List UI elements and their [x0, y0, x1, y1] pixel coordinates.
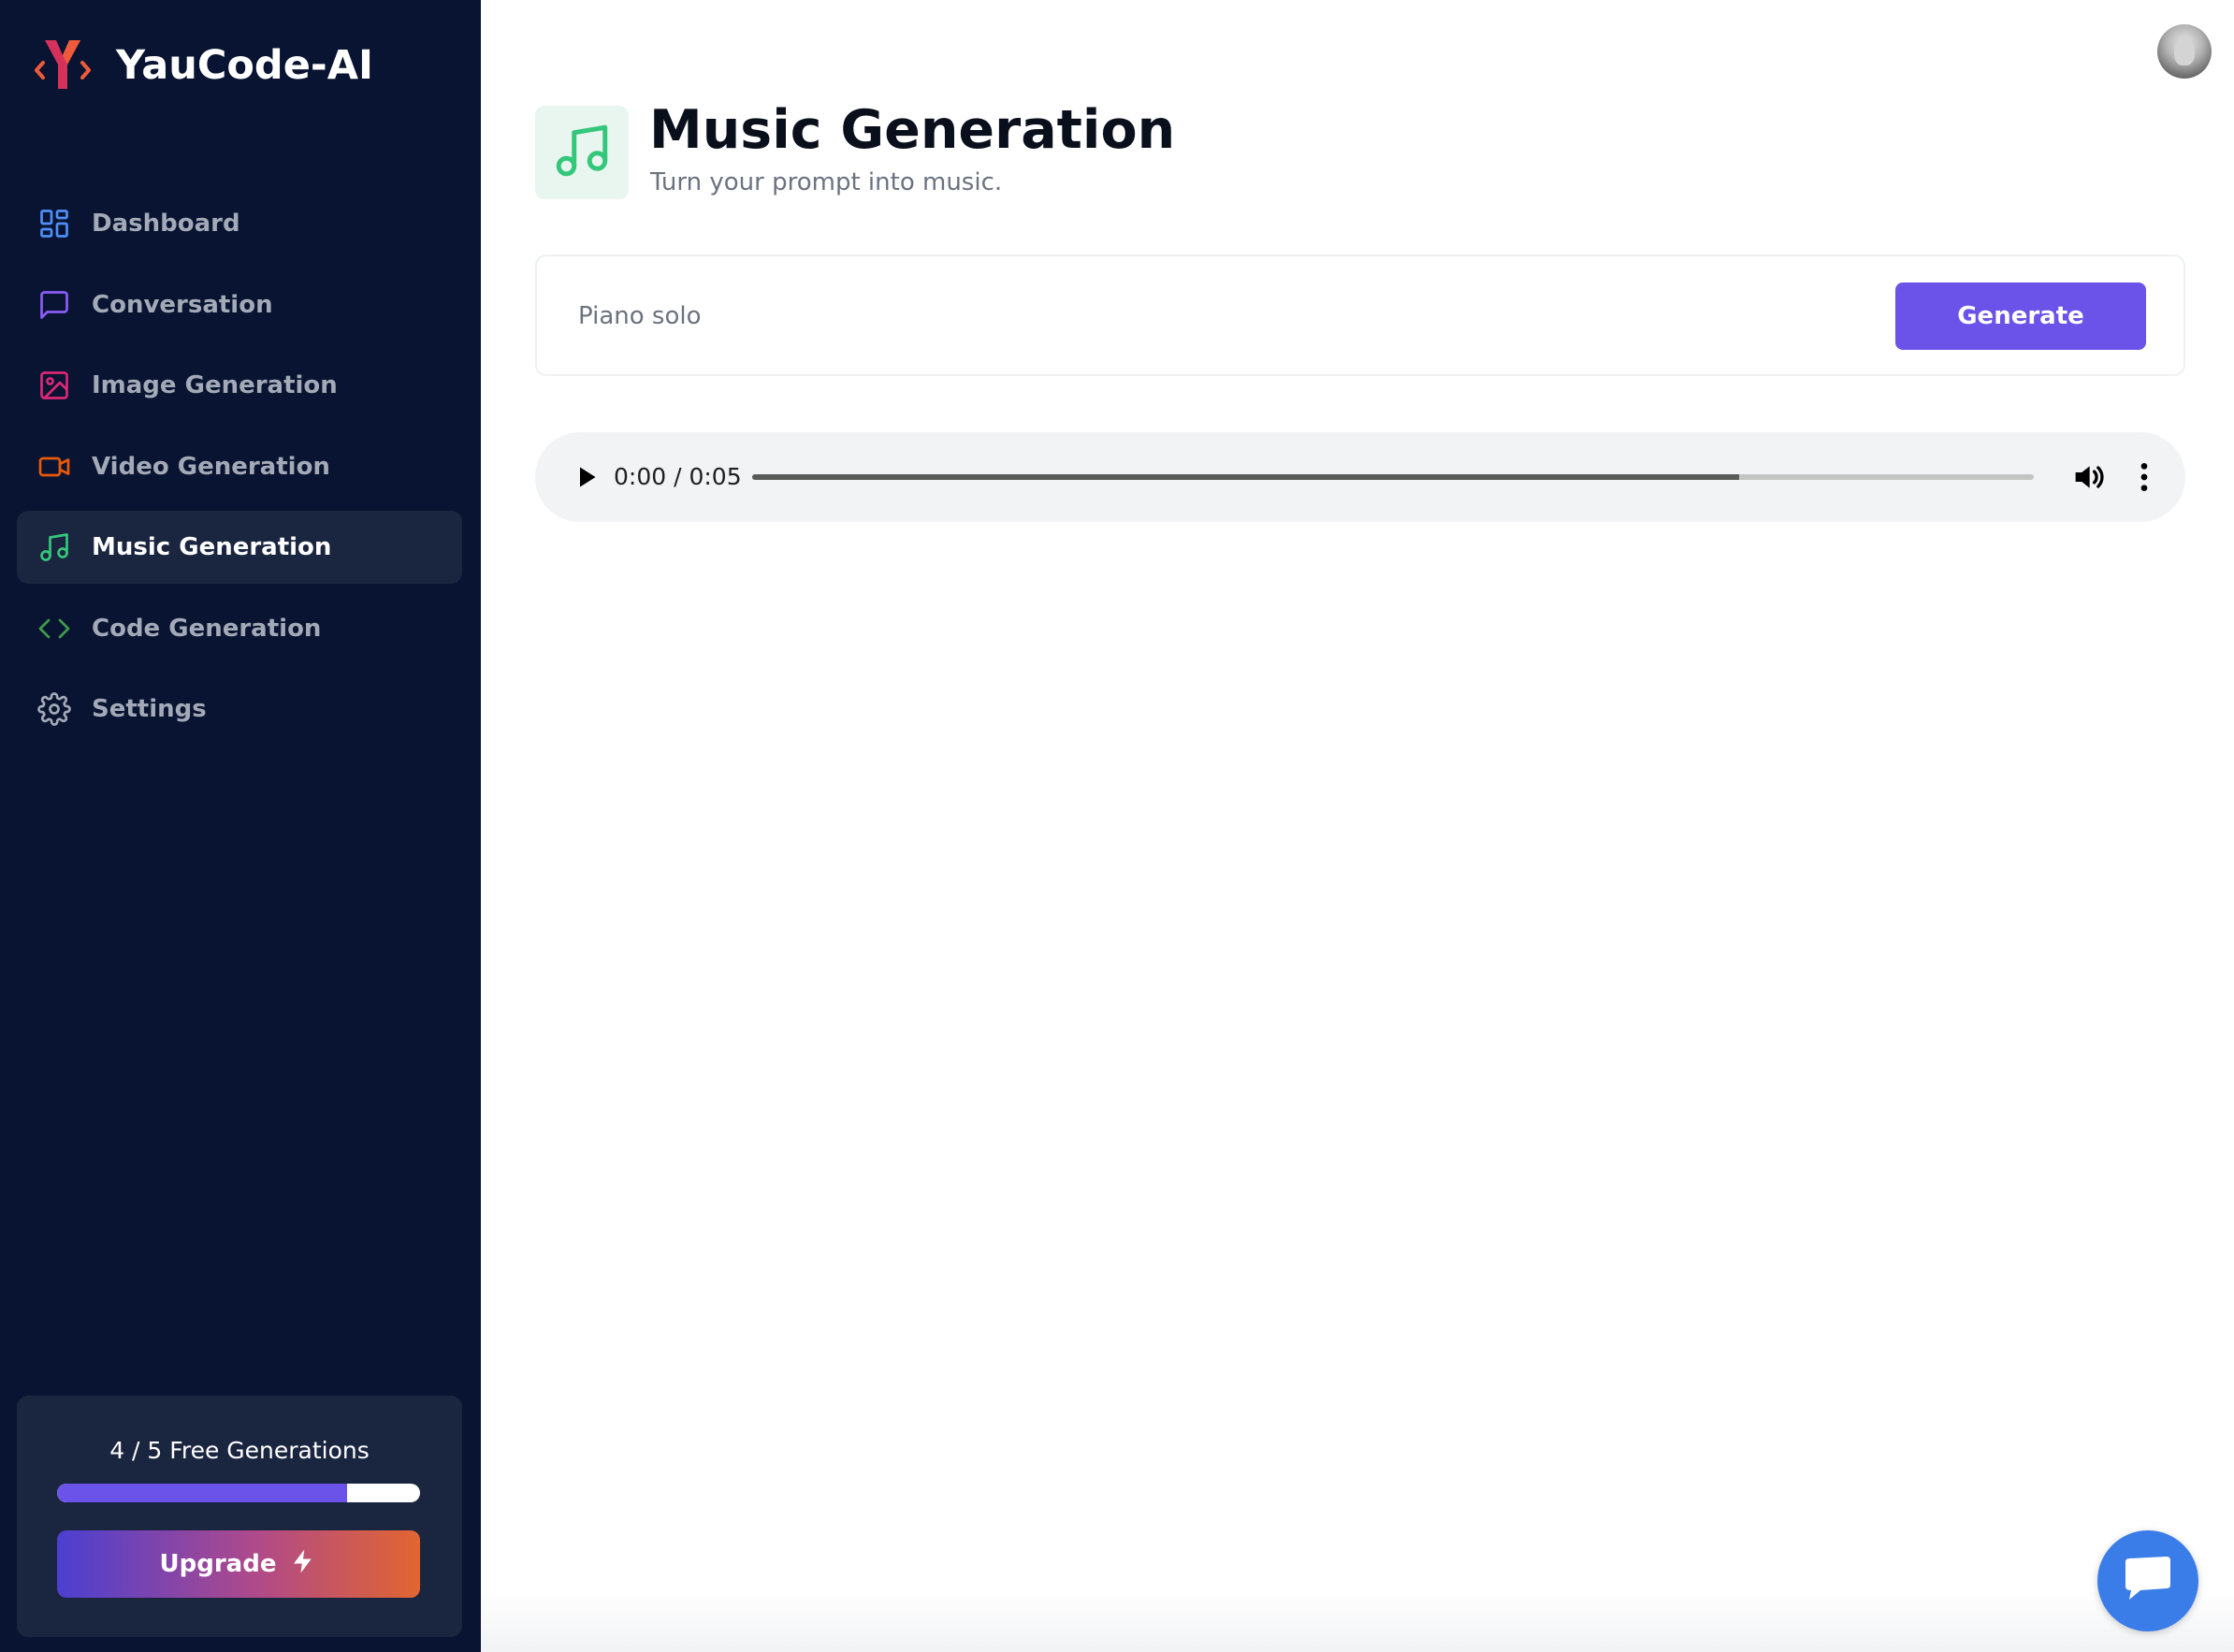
chat-bubble-icon — [2120, 1553, 2176, 1609]
page-title: Music Generation — [649, 99, 1176, 161]
free-generations-panel: 4 / 5 Free Generations Upgrade — [17, 1396, 462, 1637]
page-subtitle: Turn your prompt into music. — [650, 168, 1003, 196]
audio-buffered-fill — [752, 474, 1739, 480]
free-generations-progress-fill — [57, 1484, 348, 1502]
sidebar-item-label: Settings — [92, 695, 207, 723]
music-icon — [551, 120, 613, 185]
free-generations-progress — [57, 1484, 420, 1502]
bottom-fade — [481, 1590, 2234, 1652]
dashboard-icon — [37, 207, 71, 240]
sidebar-item-label: Music Generation — [92, 533, 332, 561]
audio-time: 0:00 / 0:05 — [614, 463, 742, 490]
generate-button[interactable]: Generate — [1895, 283, 2146, 350]
code-icon — [37, 612, 71, 645]
video-icon — [37, 450, 71, 484]
sidebar-item-code-generation[interactable]: Code Generation — [17, 592, 462, 665]
brand-name: YauCode-AI — [116, 42, 373, 89]
audio-seek-bar[interactable] — [752, 474, 2034, 480]
brand[interactable]: YauCode-AI — [34, 36, 373, 95]
header-icon-box — [535, 106, 629, 199]
sidebar-item-conversation[interactable]: Conversation — [17, 268, 462, 341]
upgrade-button[interactable]: Upgrade — [57, 1530, 420, 1598]
audio-player: 0:00 / 0:05 — [535, 432, 2185, 522]
upgrade-label: Upgrade — [159, 1550, 277, 1578]
user-avatar[interactable] — [2157, 24, 2212, 79]
sidebar: YauCode-AI Dashboard Conversation Image … — [0, 0, 481, 1652]
message-square-icon — [37, 288, 71, 322]
more-vertical-icon[interactable] — [2125, 458, 2163, 496]
play-icon[interactable] — [569, 460, 602, 494]
yaucode-logo-icon — [34, 35, 92, 96]
sidebar-item-settings[interactable]: Settings — [17, 673, 462, 746]
lightning-icon — [276, 1547, 317, 1582]
free-generations-counter: 4 / 5 Free Generations — [109, 1437, 370, 1464]
sidebar-item-image-generation[interactable]: Image Generation — [17, 349, 462, 422]
sidebar-item-label: Dashboard — [92, 210, 240, 238]
sidebar-nav: Dashboard Conversation Image Generation — [17, 187, 462, 754]
sidebar-item-label: Video Generation — [92, 452, 330, 481]
prompt-input[interactable] — [576, 283, 1740, 350]
sidebar-item-music-generation[interactable]: Music Generation — [17, 511, 462, 584]
volume-icon[interactable] — [2069, 458, 2107, 496]
sidebar-item-dashboard[interactable]: Dashboard — [17, 187, 462, 260]
settings-icon — [37, 692, 71, 726]
sidebar-item-label: Conversation — [92, 290, 273, 319]
prompt-form: Generate — [535, 254, 2185, 376]
music-icon — [37, 530, 71, 564]
sidebar-item-video-generation[interactable]: Video Generation — [17, 430, 462, 503]
sidebar-item-label: Image Generation — [92, 371, 338, 399]
chat-support-button[interactable] — [2097, 1530, 2198, 1631]
image-icon — [37, 369, 71, 402]
sidebar-item-label: Code Generation — [92, 614, 322, 643]
